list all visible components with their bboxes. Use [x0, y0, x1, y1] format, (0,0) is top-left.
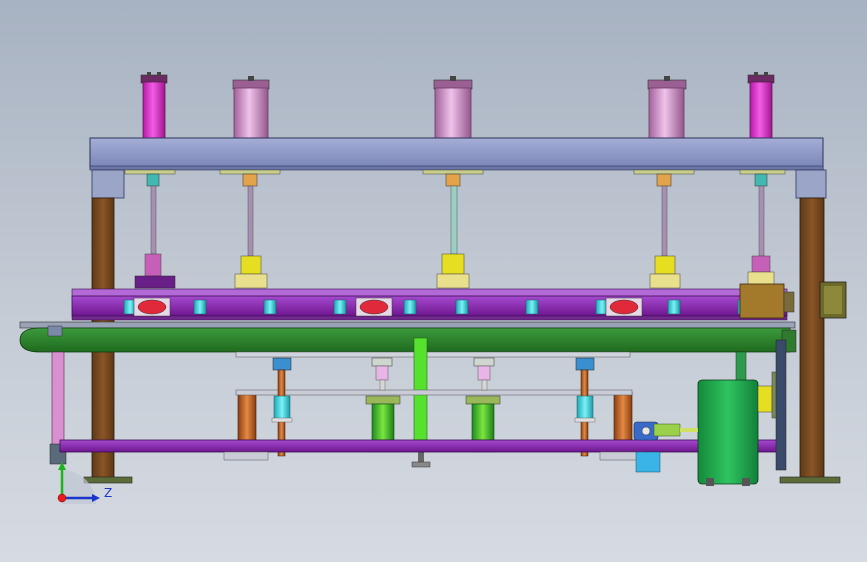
top-cylinder-1[interactable] — [140, 72, 168, 139]
right-gearbox[interactable] — [739, 281, 847, 319]
assembly-drawing: Z — [19, 72, 847, 504]
suction-head-right[interactable] — [473, 357, 495, 391]
press-rod-3[interactable] — [422, 169, 484, 289]
lower-plate — [235, 389, 633, 396]
roller[interactable] — [667, 299, 681, 315]
spring-block-left[interactable] — [237, 391, 257, 441]
roller[interactable] — [193, 299, 207, 315]
drive-motor[interactable] — [697, 339, 787, 486]
press-rod-group — [124, 169, 786, 289]
press-rod-5[interactable] — [739, 169, 786, 287]
middle-plate — [235, 351, 631, 358]
conveyor-belt[interactable] — [19, 321, 797, 353]
lower-purple-rail[interactable] — [59, 439, 783, 453]
top-cylinder-2[interactable] — [232, 76, 270, 139]
suction-head-left[interactable] — [371, 357, 393, 391]
cad-viewport[interactable]: Z — [0, 0, 867, 562]
top-cylinder-4[interactable] — [647, 76, 687, 139]
top-cylinder-5[interactable] — [747, 72, 775, 139]
x-axis-dot — [57, 493, 67, 503]
top-cylinder-group — [140, 72, 775, 139]
roller[interactable] — [333, 299, 347, 315]
bearing-housing[interactable] — [355, 297, 393, 317]
press-rod-1[interactable] — [124, 169, 176, 289]
roller[interactable] — [263, 299, 277, 315]
roller[interactable] — [525, 299, 539, 315]
bearing-housing[interactable] — [133, 297, 171, 317]
foot-pad — [223, 451, 269, 461]
top-beam[interactable] — [89, 137, 824, 171]
spring-block-right[interactable] — [613, 391, 633, 441]
top-cylinder-3[interactable] — [433, 76, 473, 139]
press-rod-2[interactable] — [219, 169, 281, 289]
press-rod-4[interactable] — [633, 169, 695, 289]
roller[interactable] — [455, 299, 469, 315]
roller[interactable] — [403, 299, 417, 315]
z-axis-label: Z — [104, 486, 112, 500]
bearing-housing[interactable] — [605, 297, 643, 317]
